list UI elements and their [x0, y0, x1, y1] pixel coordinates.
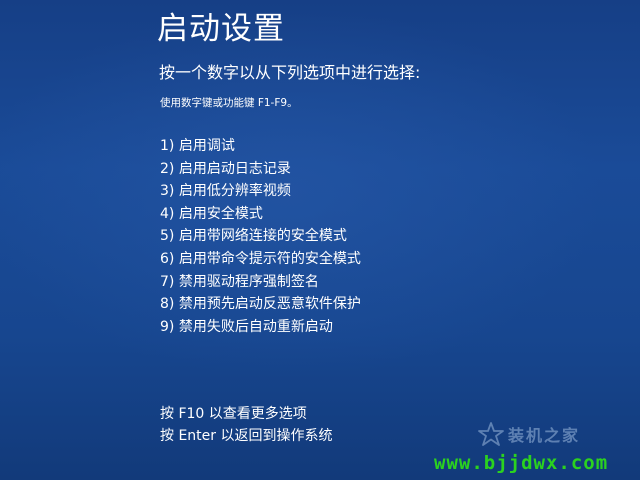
option-enable-safe-mode-command-prompt[interactable]: 6) 启用带命令提示符的安全模式: [160, 248, 361, 271]
option-enable-low-resolution-video[interactable]: 3) 启用低分辨率视频: [160, 180, 361, 203]
return-to-os-instruction[interactable]: 按 Enter 以返回到操作系统: [160, 425, 332, 447]
option-disable-driver-signature-enforcement[interactable]: 7) 禁用驱动程序强制签名: [160, 271, 361, 294]
option-enable-boot-logging[interactable]: 2) 启用启动日志记录: [160, 158, 361, 181]
option-enable-safe-mode-networking[interactable]: 5) 启用带网络连接的安全模式: [160, 225, 361, 248]
option-enable-debugging[interactable]: 1) 启用调试: [160, 135, 361, 158]
selection-prompt: 按一个数字以从下列选项中进行选择:: [159, 63, 421, 82]
startup-options-list: 1) 启用调试 2) 启用启动日志记录 3) 启用低分辨率视频 4) 启用安全模…: [160, 135, 361, 338]
footer-instructions: 按 F10 以查看更多选项 按 Enter 以返回到操作系统: [160, 403, 332, 447]
boot-settings-screen: 启动设置 按一个数字以从下列选项中进行选择: 使用数字键或功能键 F1-F9。 …: [0, 0, 640, 480]
more-options-instruction[interactable]: 按 F10 以查看更多选项: [160, 403, 332, 425]
option-enable-safe-mode[interactable]: 4) 启用安全模式: [160, 203, 361, 226]
page-title: 启动设置: [157, 11, 285, 47]
option-disable-auto-restart[interactable]: 9) 禁用失败后自动重新启动: [160, 316, 361, 339]
option-disable-early-launch-antimalware[interactable]: 8) 禁用预先启动反恶意软件保护: [160, 293, 361, 316]
star-icon: [478, 422, 504, 446]
watermark-logo-text: 装机之家: [508, 426, 581, 445]
watermark-url: www.bjjdwx.com: [434, 452, 609, 474]
key-hint: 使用数字键或功能键 F1-F9。: [160, 97, 298, 109]
watermark-logo: 装机之家: [478, 422, 580, 446]
